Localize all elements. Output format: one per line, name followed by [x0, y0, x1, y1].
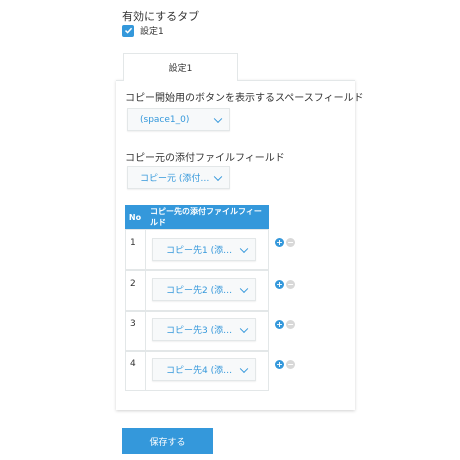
source-field-label: コピー元の添付ファイルフィールド [125, 153, 285, 164]
table-row-2-no-cell [125, 270, 146, 311]
table-row-1-no-cell [125, 229, 146, 270]
chevron-down-icon [239, 324, 249, 333]
row-number: 4 [130, 359, 136, 369]
row-number: 3 [130, 319, 136, 329]
space-field-label: コピー開始用のボタンを表示するスペースフィールド [125, 93, 364, 104]
dest-select-3[interactable]: コピー先3 (添… [152, 318, 256, 341]
table-header-no: No [125, 205, 145, 229]
tab-checkbox-row[interactable]: 設定1 [122, 24, 164, 37]
dest-select-1[interactable]: コピー先1 (添… [152, 238, 256, 261]
checkbox-label: 設定1 [140, 27, 164, 37]
chevron-down-icon [213, 114, 223, 123]
dest-select-2[interactable]: コピー先2 (添… [152, 278, 256, 301]
source-field-select[interactable]: コピー元 (添付… [127, 166, 230, 189]
table-row-3-no-cell [125, 311, 146, 351]
chevron-down-icon [239, 284, 249, 293]
remove-row-button[interactable]: − [286, 238, 295, 247]
add-row-button[interactable]: + [275, 320, 284, 329]
checkbox-checked-icon[interactable] [122, 24, 134, 37]
remove-row-button[interactable]: − [286, 320, 295, 329]
tab-settings-1[interactable]: 設定1 [123, 53, 238, 81]
remove-row-button[interactable]: − [286, 360, 295, 369]
dest-value-4: コピー先4 (添… [166, 366, 233, 376]
dest-value-1: コピー先1 (添… [166, 246, 233, 256]
chevron-down-icon [239, 364, 249, 373]
remove-row-button[interactable]: − [286, 280, 295, 289]
section-title: 有効にするタブ [122, 10, 200, 23]
space-field-select[interactable]: (space1_0) [127, 108, 230, 131]
save-button[interactable]: 保存する [122, 428, 213, 454]
dest-value-3: コピー先3 (添… [166, 326, 233, 336]
source-field-value: コピー元 (添付… [140, 174, 210, 184]
chevron-down-icon [213, 172, 223, 181]
row-number: 2 [130, 279, 136, 289]
chevron-down-icon [239, 244, 249, 253]
add-row-button[interactable]: + [275, 280, 284, 289]
add-row-button[interactable]: + [275, 360, 284, 369]
table-header-dest: コピー先の添付ファイルフィールド [145, 205, 269, 229]
space-field-value: (space1_0) [140, 114, 190, 125]
row-number: 1 [130, 238, 136, 248]
dest-select-4[interactable]: コピー先4 (添… [152, 358, 256, 381]
table-row-4-no-cell [125, 351, 146, 391]
add-row-button[interactable]: + [275, 238, 284, 247]
dest-value-2: コピー先2 (添… [166, 286, 233, 296]
